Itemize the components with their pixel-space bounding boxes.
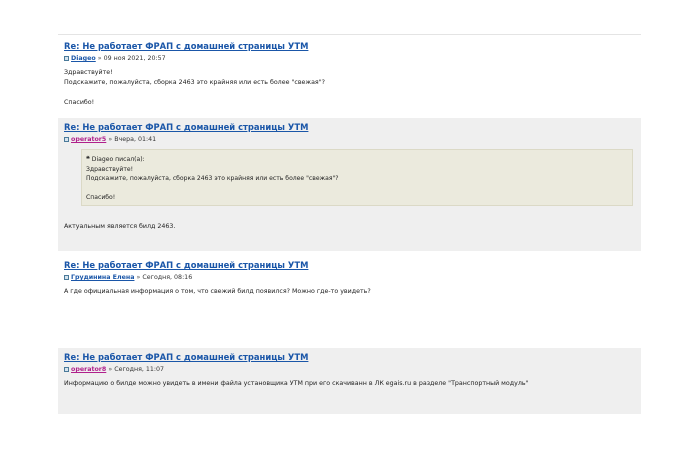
post-body: А где официальная информация о том, что … — [64, 287, 635, 297]
post-date: 09 ноя 2021, 20:57 — [103, 55, 166, 62]
post-icon[interactable] — [64, 275, 69, 280]
date-separator: » — [136, 274, 141, 281]
post-body: Информацию о билде можно увидеть в имени… — [64, 379, 635, 389]
post-body-line: Информацию о билде можно увидеть в имени… — [64, 380, 529, 387]
post-body-line: Здравствуйте! — [64, 69, 113, 76]
post-icon[interactable] — [64, 137, 69, 142]
post-meta: Грудинина Елена » Сегодня, 08:16 — [64, 273, 635, 282]
post-body-line: Актуальным является билд 2463. — [64, 223, 176, 230]
post-icon[interactable] — [64, 367, 69, 372]
quote-line: Подскажите, пожалуйста, сборка 2463 это … — [86, 175, 339, 183]
post-title[interactable]: Re: Не работает ФРАП с домашней страницы… — [64, 260, 635, 271]
quote-line: Спасибо! — [86, 193, 116, 201]
date-separator: » — [97, 55, 102, 62]
post-meta: operator8 » Сегодня, 11:07 — [64, 365, 635, 374]
post-author[interactable]: Diageo — [71, 55, 96, 62]
quote-header: ❝ Diageo писал(а): — [86, 154, 626, 165]
post-author[interactable]: Грудинина Елена — [71, 274, 134, 281]
post-author[interactable]: operator5 — [71, 136, 106, 143]
post-title[interactable]: Re: Не работает ФРАП с домашней страницы… — [64, 122, 635, 133]
post-body-line: Спасибо! — [64, 99, 95, 106]
date-separator: » — [108, 366, 113, 373]
post-3: Re: Не работает ФРАП с домашней страницы… — [58, 256, 641, 336]
post-title[interactable]: Re: Не работает ФРАП с домашней страницы… — [64, 41, 635, 52]
top-divider — [58, 34, 641, 35]
post-1: Re: Не работает ФРАП с домашней страницы… — [58, 37, 641, 113]
quote-author-label: Diageo писал(а): — [91, 156, 145, 163]
post-meta: operator5 » Вчера, 01:41 — [64, 135, 635, 144]
post-date: Сегодня, 11:07 — [114, 366, 165, 373]
post-icon[interactable] — [64, 56, 69, 61]
quote-line: Здравствуйте! — [86, 165, 134, 173]
post-title[interactable]: Re: Не работает ФРАП с домашней страницы… — [64, 352, 635, 363]
post-body: Актуальным является билд 2463. — [64, 222, 635, 232]
post-date: Сегодня, 08:16 — [142, 274, 193, 281]
post-date: Вчера, 01:41 — [114, 136, 157, 143]
post-author[interactable]: operator8 — [71, 366, 106, 373]
date-separator: » — [108, 136, 113, 143]
quote-block: ❝ Diageo писал(а): Здравствуйте! Подскажи… — [81, 149, 633, 206]
post-2: Re: Не работает ФРАП с домашней страницы… — [58, 118, 641, 251]
quote-icon: ❝ — [86, 154, 90, 163]
post-body-line: Подскажите, пожалуйста, сборка 2463 это … — [64, 79, 325, 86]
post-meta: Diageo » 09 ноя 2021, 20:57 — [64, 54, 635, 63]
post-body-line: А где официальная информация о том, что … — [64, 288, 371, 295]
post-body: Здравствуйте! Подскажите, пожалуйста, сб… — [64, 68, 635, 108]
post-4: Re: Не работает ФРАП с домашней страницы… — [58, 348, 641, 414]
